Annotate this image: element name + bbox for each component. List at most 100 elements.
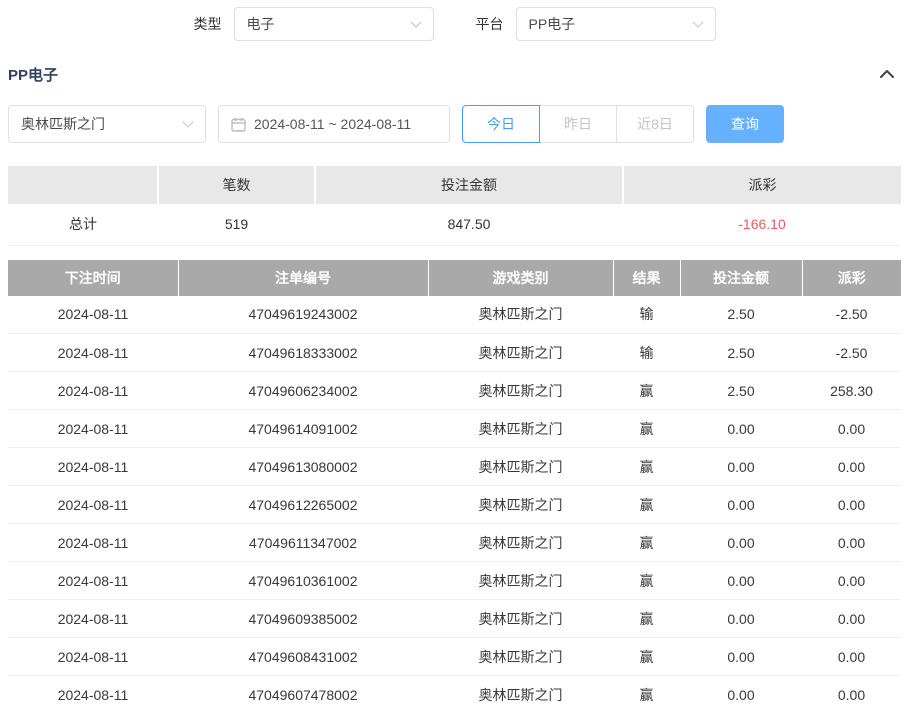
summary-payout-value: -166.10 bbox=[623, 204, 901, 245]
cell-bet-amount: 0.00 bbox=[680, 600, 802, 638]
cell-result: 赢 bbox=[613, 562, 680, 600]
game-select-value: 奥林匹斯之门 bbox=[21, 114, 105, 134]
cell-payout: 258.30 bbox=[802, 372, 901, 410]
summary-header-row: 笔数 投注金额 派彩 bbox=[8, 166, 901, 204]
cell-game-type: 奥林匹斯之门 bbox=[428, 372, 613, 410]
header-payout: 派彩 bbox=[802, 260, 901, 296]
cell-payout: 0.00 bbox=[802, 676, 901, 704]
cell-payout: -2.50 bbox=[802, 334, 901, 372]
section-header: PP电子 bbox=[0, 58, 909, 90]
cell-game-type: 奥林匹斯之门 bbox=[428, 296, 613, 334]
summary-table: 笔数 投注金额 派彩 总计 519 847.50 -166.10 bbox=[8, 166, 901, 246]
cell-game-type: 奥林匹斯之门 bbox=[428, 676, 613, 704]
table-row: 2024-08-11 47049613080002 奥林匹斯之门 赢 0.00 … bbox=[8, 448, 901, 486]
cell-bet-amount: 0.00 bbox=[680, 676, 802, 704]
cell-payout: 0.00 bbox=[802, 562, 901, 600]
chevron-up-icon[interactable] bbox=[879, 69, 895, 79]
game-select[interactable]: 奥林匹斯之门 bbox=[8, 105, 206, 143]
cell-bet-id: 47049612265002 bbox=[178, 486, 428, 524]
cell-result: 赢 bbox=[613, 524, 680, 562]
cell-bet-time: 2024-08-11 bbox=[8, 638, 178, 676]
header-result: 结果 bbox=[613, 260, 680, 296]
cell-result: 赢 bbox=[613, 638, 680, 676]
betting-records-page: 类型 电子 平台 PP电子 PP电子 奥林匹斯之门 2024-08-11 ~ 2… bbox=[0, 0, 909, 704]
last8days-button[interactable]: 近8日 bbox=[616, 105, 694, 143]
summary-bet-amount-value: 847.50 bbox=[315, 204, 623, 245]
summary-header-count: 笔数 bbox=[158, 166, 315, 204]
chevron-down-icon bbox=[692, 16, 703, 27]
type-label: 类型 bbox=[194, 14, 222, 34]
platform-select-value: PP电子 bbox=[529, 14, 576, 34]
summary-count-value: 519 bbox=[158, 204, 315, 245]
table-row: 2024-08-11 47049607478002 奥林匹斯之门 赢 0.00 … bbox=[8, 676, 901, 704]
type-select-value: 电子 bbox=[247, 14, 275, 34]
cell-bet-id: 47049606234002 bbox=[178, 372, 428, 410]
cell-bet-time: 2024-08-11 bbox=[8, 372, 178, 410]
cell-game-type: 奥林匹斯之门 bbox=[428, 562, 613, 600]
cell-game-type: 奥林匹斯之门 bbox=[428, 334, 613, 372]
cell-game-type: 奥林匹斯之门 bbox=[428, 410, 613, 448]
cell-bet-amount: 0.00 bbox=[680, 486, 802, 524]
cell-result: 赢 bbox=[613, 372, 680, 410]
summary-header-bet-amount: 投注金额 bbox=[315, 166, 623, 204]
bets-header-row: 下注时间 注单编号 游戏类别 结果 投注金额 派彩 bbox=[8, 260, 901, 296]
cell-bet-time: 2024-08-11 bbox=[8, 410, 178, 448]
cell-bet-time: 2024-08-11 bbox=[8, 334, 178, 372]
platform-select[interactable]: PP电子 bbox=[516, 7, 716, 41]
yesterday-button[interactable]: 昨日 bbox=[539, 105, 617, 143]
cell-game-type: 奥林匹斯之门 bbox=[428, 524, 613, 562]
cell-bet-time: 2024-08-11 bbox=[8, 296, 178, 334]
cell-payout: 0.00 bbox=[802, 486, 901, 524]
cell-game-type: 奥林匹斯之门 bbox=[428, 448, 613, 486]
cell-result: 输 bbox=[613, 334, 680, 372]
table-row: 2024-08-11 47049606234002 奥林匹斯之门 赢 2.50 … bbox=[8, 372, 901, 410]
cell-bet-amount: 0.00 bbox=[680, 562, 802, 600]
cell-bet-id: 47049608431002 bbox=[178, 638, 428, 676]
cell-bet-amount: 0.00 bbox=[680, 638, 802, 676]
calendar-icon bbox=[231, 117, 246, 132]
cell-result: 赢 bbox=[613, 486, 680, 524]
cell-game-type: 奥林匹斯之门 bbox=[428, 600, 613, 638]
cell-bet-id: 47049609385002 bbox=[178, 600, 428, 638]
cell-bet-time: 2024-08-11 bbox=[8, 600, 178, 638]
header-bet-time: 下注时间 bbox=[8, 260, 178, 296]
type-select[interactable]: 电子 bbox=[234, 7, 434, 41]
cell-bet-time: 2024-08-11 bbox=[8, 448, 178, 486]
cell-game-type: 奥林匹斯之门 bbox=[428, 486, 613, 524]
cell-result: 赢 bbox=[613, 676, 680, 704]
table-row: 2024-08-11 47049612265002 奥林匹斯之门 赢 0.00 … bbox=[8, 486, 901, 524]
section-title: PP电子 bbox=[8, 64, 58, 85]
date-range-picker[interactable]: 2024-08-11 ~ 2024-08-11 bbox=[218, 105, 450, 143]
bets-table: 下注时间 注单编号 游戏类别 结果 投注金额 派彩 2024-08-11 470… bbox=[8, 260, 901, 704]
cell-bet-amount: 2.50 bbox=[680, 372, 802, 410]
cell-payout: 0.00 bbox=[802, 638, 901, 676]
table-row: 2024-08-11 47049608431002 奥林匹斯之门 赢 0.00 … bbox=[8, 638, 901, 676]
cell-payout: 0.00 bbox=[802, 448, 901, 486]
search-button[interactable]: 查询 bbox=[706, 105, 784, 143]
table-row: 2024-08-11 47049619243002 奥林匹斯之门 输 2.50 … bbox=[8, 296, 901, 334]
table-row: 2024-08-11 47049614091002 奥林匹斯之门 赢 0.00 … bbox=[8, 410, 901, 448]
summary-total-row: 总计 519 847.50 -166.10 bbox=[8, 204, 901, 245]
cell-bet-time: 2024-08-11 bbox=[8, 562, 178, 600]
cell-bet-time: 2024-08-11 bbox=[8, 676, 178, 704]
query-controls-row: 奥林匹斯之门 2024-08-11 ~ 2024-08-11 今日 昨日 近8日… bbox=[8, 104, 901, 144]
header-game-type: 游戏类别 bbox=[428, 260, 613, 296]
cell-bet-id: 47049619243002 bbox=[178, 296, 428, 334]
cell-result: 赢 bbox=[613, 410, 680, 448]
today-button[interactable]: 今日 bbox=[462, 105, 540, 143]
platform-label: 平台 bbox=[476, 14, 504, 34]
cell-bet-id: 47049614091002 bbox=[178, 410, 428, 448]
cell-bet-amount: 0.00 bbox=[680, 410, 802, 448]
cell-result: 赢 bbox=[613, 600, 680, 638]
cell-payout: -2.50 bbox=[802, 296, 901, 334]
chevron-down-icon bbox=[410, 16, 421, 27]
summary-header-empty bbox=[8, 166, 158, 204]
cell-bet-time: 2024-08-11 bbox=[8, 486, 178, 524]
cell-bet-id: 47049611347002 bbox=[178, 524, 428, 562]
cell-bet-amount: 2.50 bbox=[680, 334, 802, 372]
table-row: 2024-08-11 47049611347002 奥林匹斯之门 赢 0.00 … bbox=[8, 524, 901, 562]
date-range-value: 2024-08-11 ~ 2024-08-11 bbox=[254, 116, 411, 132]
cell-payout: 0.00 bbox=[802, 600, 901, 638]
cell-result: 赢 bbox=[613, 448, 680, 486]
date-shortcut-group: 今日 昨日 近8日 bbox=[462, 105, 694, 143]
